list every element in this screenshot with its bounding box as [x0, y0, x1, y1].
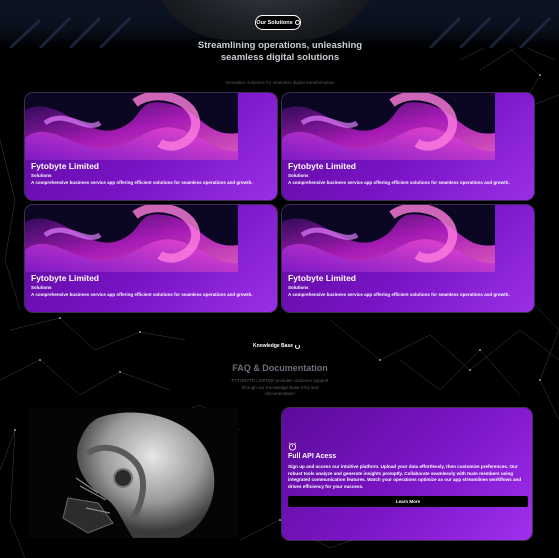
card-description: A comprehensive business service app off…: [288, 180, 510, 185]
solution-card[interactable]: Fytobyte Limited Solutions A comprehensi…: [282, 205, 534, 312]
faq-title: FAQ & Documentation: [232, 363, 328, 373]
api-access-card: Full API Acess Sign up and access our in…: [282, 408, 532, 540]
card-title: Fytobyte Limited: [31, 273, 100, 283]
card-tag: Solutions: [31, 285, 52, 290]
our-solutions-button[interactable]: Our Solutions: [255, 15, 301, 30]
card-description: A comprehensive business service app off…: [288, 292, 510, 297]
solution-card[interactable]: Fytobyte Limited Solutions A comprehensi…: [25, 93, 277, 200]
page-subtitle: Innovative solutions for seamless digita…: [225, 80, 335, 85]
knowledge-base-link[interactable]: Knowledge Base: [253, 343, 301, 349]
api-card-text: Sign up and access our intuitive platfor…: [288, 464, 522, 489]
card-tag: Solutions: [31, 173, 52, 178]
card-image: [25, 93, 238, 160]
card-title: Fytobyte Limited: [288, 161, 357, 171]
card-image: [25, 205, 238, 272]
card-image: [282, 93, 495, 160]
solution-card[interactable]: Fytobyte Limited Solutions A comprehensi…: [25, 205, 277, 312]
page-title: Streamlining operations, unleashing seam…: [197, 40, 363, 63]
alarm-clock-icon: [288, 442, 297, 451]
our-solutions-label: Our Solutions: [256, 19, 293, 26]
robot-head-image: [28, 408, 238, 538]
card-tag: Solutions: [288, 173, 309, 178]
card-title: Fytobyte Limited: [288, 273, 357, 283]
solution-card[interactable]: Fytobyte Limited Solutions A comprehensi…: [282, 93, 534, 200]
faq-description: FYTOBYTE LIMITED provides customer suppo…: [231, 378, 329, 396]
learn-more-button[interactable]: Learn More: [288, 496, 528, 507]
card-title: Fytobyte Limited: [31, 161, 100, 171]
card-image: [282, 205, 495, 272]
card-description: A comprehensive business service app off…: [31, 292, 253, 297]
refresh-icon: [295, 343, 301, 349]
arrow-circle-icon: [294, 20, 300, 25]
card-tag: Solutions: [288, 285, 309, 290]
knowledge-base-label: Knowledge Base: [253, 343, 294, 349]
card-description: A comprehensive business service app off…: [31, 180, 253, 185]
api-card-title: Full API Acess: [288, 453, 337, 460]
